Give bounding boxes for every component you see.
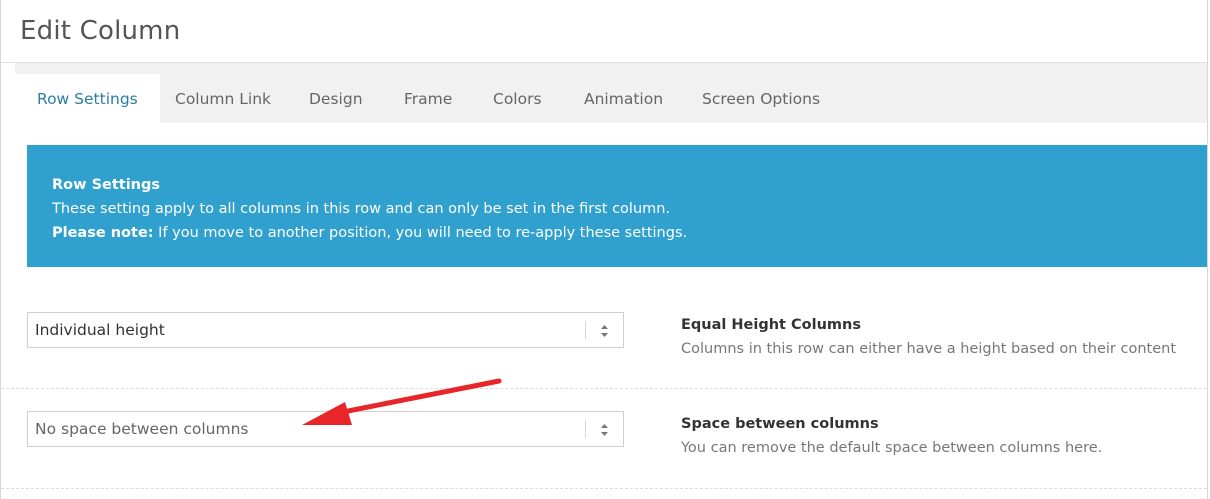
- info-banner: Row Settings These setting apply to all …: [27, 145, 1207, 267]
- equal-height-title: Equal Height Columns: [681, 317, 861, 333]
- space-between-help: You can remove the default space between…: [681, 440, 1103, 456]
- tab-design[interactable]: Design: [309, 74, 363, 123]
- updown-arrows-icon: [601, 424, 608, 436]
- tab-bar: Row Settings Column Link Design Frame Co…: [15, 63, 1207, 123]
- banner-title: Row Settings: [52, 177, 161, 193]
- banner-note-label: Please note:: [52, 225, 154, 241]
- select-separator: [585, 321, 586, 339]
- space-between-description: Space between columns You can remove the…: [681, 412, 1201, 460]
- equal-height-help: Columns in this row can either have a he…: [681, 341, 1177, 357]
- banner-note: Please note: If you move to another posi…: [52, 221, 1182, 245]
- space-between-select[interactable]: No space between columns: [27, 411, 624, 447]
- setting-row-equal-height: Individual height Equal Height Columns C…: [1, 288, 1207, 389]
- tab-colors[interactable]: Colors: [493, 74, 542, 123]
- banner-note-text: If you move to another position, you wil…: [153, 225, 688, 241]
- tab-column-link[interactable]: Column Link: [175, 74, 271, 123]
- setting-row-space-between: No space between columns Space between c…: [1, 389, 1207, 489]
- dialog-title: Edit Column: [20, 16, 181, 46]
- tab-animation[interactable]: Animation: [584, 74, 663, 123]
- updown-arrows-icon: [601, 325, 608, 337]
- select-separator: [585, 420, 586, 438]
- dialog-header: Edit Column: [1, 0, 1207, 63]
- banner-text: These setting apply to all columns in th…: [52, 201, 671, 217]
- tab-row-settings[interactable]: Row Settings: [15, 74, 160, 123]
- space-between-title: Space between columns: [681, 416, 879, 432]
- tab-frame[interactable]: Frame: [404, 74, 452, 123]
- equal-height-select[interactable]: Individual height: [27, 312, 624, 348]
- equal-height-description: Equal Height Columns Columns in this row…: [681, 313, 1201, 361]
- edit-column-dialog: Edit Column Row Settings Column Link Des…: [0, 0, 1208, 499]
- equal-height-select-value: Individual height: [35, 321, 165, 339]
- tab-screen-options[interactable]: Screen Options: [702, 74, 820, 123]
- space-between-select-value: No space between columns: [35, 420, 249, 438]
